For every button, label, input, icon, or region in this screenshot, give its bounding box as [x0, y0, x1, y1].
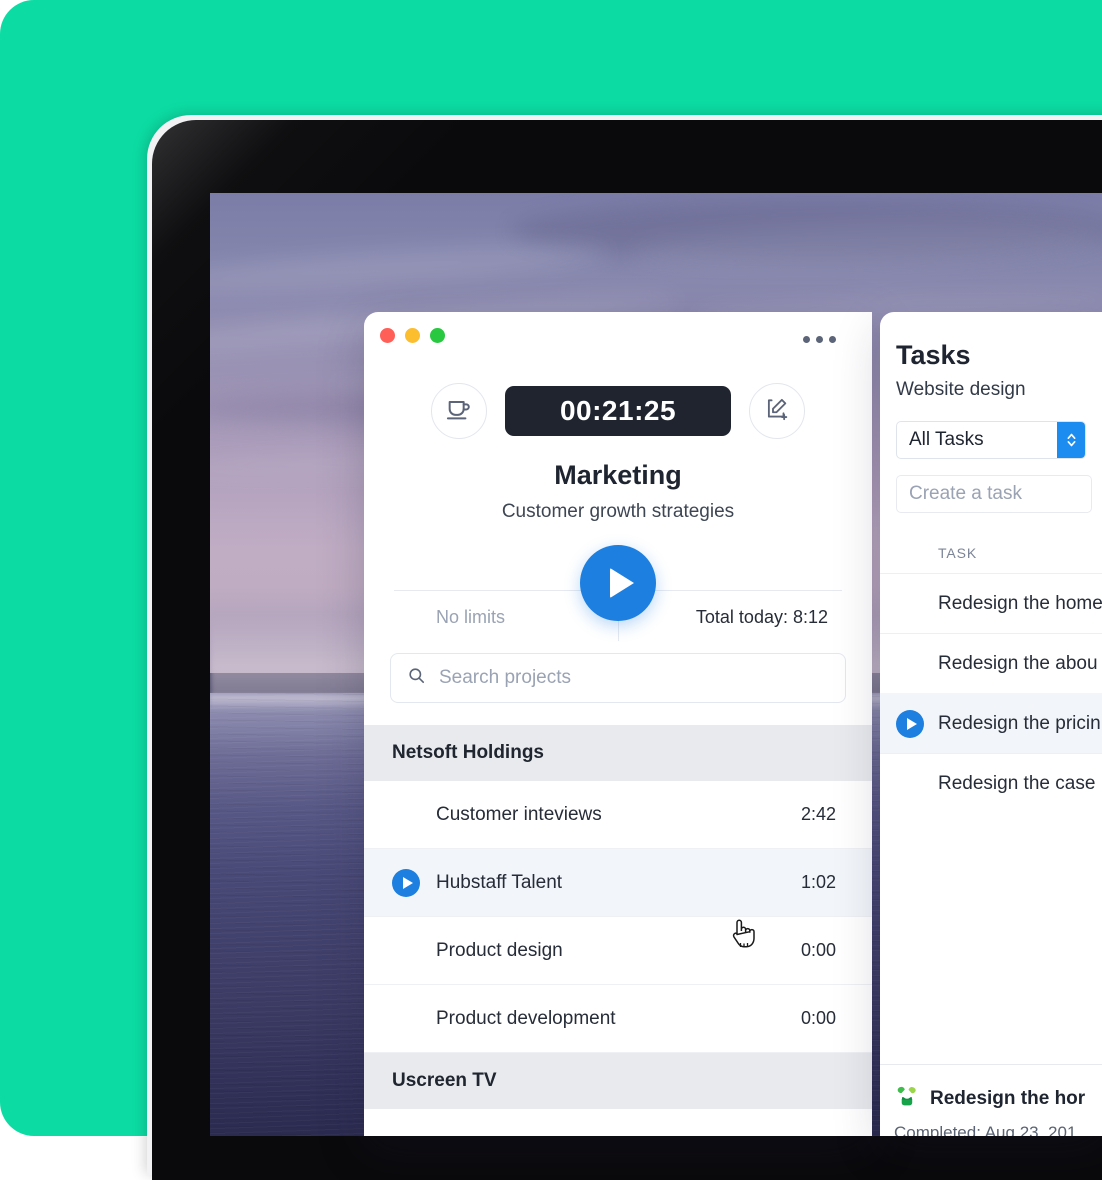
completed-task-title: Redesign the hor — [930, 1087, 1086, 1109]
task-play-icon[interactable] — [896, 709, 924, 738]
project-row[interactable]: Customer inteviews 2:42 — [364, 781, 872, 849]
window-titlebar — [364, 312, 872, 360]
create-task-placeholder: Create a task — [909, 483, 1022, 504]
task-row[interactable]: Redesign the abou — [880, 633, 1102, 693]
task-list: Redesign the home Redesign the abou Rede… — [880, 573, 1102, 813]
break-button[interactable] — [431, 383, 487, 439]
hubstaff-leaf-logo — [894, 1083, 920, 1114]
project-row[interactable]: Product design 0:00 — [364, 917, 872, 985]
task-filter-value: All Tasks — [909, 429, 984, 450]
search-placeholder: Search projects — [439, 667, 572, 688]
screenshot-stage: 00:21:25 Marketing Customer growth strat… — [0, 0, 1102, 1180]
project-name: Customer inteviews — [436, 803, 602, 825]
cloud — [210, 234, 611, 302]
maximize-window-button[interactable] — [430, 328, 445, 343]
project-time: 1:02 — [800, 872, 836, 892]
completed-task-date: Completed: Aug 23, 201 — [894, 1123, 1077, 1136]
timer-controls-row: 00:21:25 — [364, 372, 872, 450]
traffic-light-buttons — [380, 328, 445, 343]
edit-note-icon — [764, 396, 790, 427]
completed-task-header: Redesign the hor — [894, 1083, 1102, 1114]
project-group-header: Uscreen TV — [364, 1053, 872, 1109]
completed-task-footer: Redesign the hor Completed: Aug 23, 201 — [880, 1064, 1102, 1136]
limits-label: No limits — [436, 607, 506, 627]
close-window-button[interactable] — [380, 328, 395, 343]
kebab-menu-icon[interactable] — [803, 336, 836, 343]
project-time: 0:00 — [800, 940, 836, 960]
project-play-icon[interactable] — [392, 868, 420, 897]
active-project-title: Marketing — [554, 460, 682, 490]
task-name: Redesign the abou — [938, 652, 1098, 674]
task-row[interactable]: Redesign the home — [880, 573, 1102, 633]
task-name: Redesign the case — [938, 772, 1096, 794]
task-filter-select[interactable]: All Tasks — [896, 421, 1086, 459]
search-projects-input[interactable]: Search projects — [390, 653, 846, 703]
search-icon — [407, 666, 426, 690]
project-group-header: Netsoft Holdings — [364, 725, 872, 781]
project-name: Product design — [436, 939, 563, 961]
project-row[interactable]: Hubstaff Talent 1:02 — [364, 849, 872, 917]
tasks-panel: Tasks Website design All Tasks Create a … — [880, 312, 1102, 1136]
active-project-subtitle: Customer growth strategies — [501, 501, 735, 522]
play-icon — [609, 568, 634, 598]
task-name: Redesign the home — [938, 592, 1102, 614]
project-row[interactable]: Product development 0:00 — [364, 985, 872, 1053]
timer-display: 00:21:25 — [505, 386, 731, 436]
create-task-input[interactable]: Create a task — [896, 475, 1092, 513]
minimize-window-button[interactable] — [405, 328, 420, 343]
tasks-panel-subtitle: Website design — [896, 379, 1026, 400]
project-list: Netsoft Holdings Customer inteviews 2:42… — [364, 725, 872, 1109]
project-time: 0:00 — [800, 1008, 836, 1028]
chevron-up-down-icon[interactable] — [1057, 422, 1085, 458]
project-time: 2:42 — [800, 804, 836, 824]
total-today-label: Total today: 8:12 — [695, 607, 828, 627]
project-name: Product development — [436, 1007, 616, 1029]
timer-play-zone: No limits Total today: 8:12 — [364, 533, 872, 653]
project-name: Hubstaff Talent — [436, 871, 563, 893]
task-name: Redesign the pricin — [938, 712, 1101, 734]
start-timer-button[interactable] — [580, 545, 656, 621]
task-row[interactable]: Redesign the case — [880, 753, 1102, 813]
task-row[interactable]: Redesign the pricin — [880, 693, 1102, 753]
task-column-header: TASK — [938, 545, 978, 561]
hubstaff-app-window: 00:21:25 Marketing Customer growth strat… — [364, 312, 872, 1136]
add-note-button[interactable] — [749, 383, 805, 439]
tasks-panel-title: Tasks — [896, 340, 971, 370]
coffee-cup-icon — [445, 395, 473, 428]
